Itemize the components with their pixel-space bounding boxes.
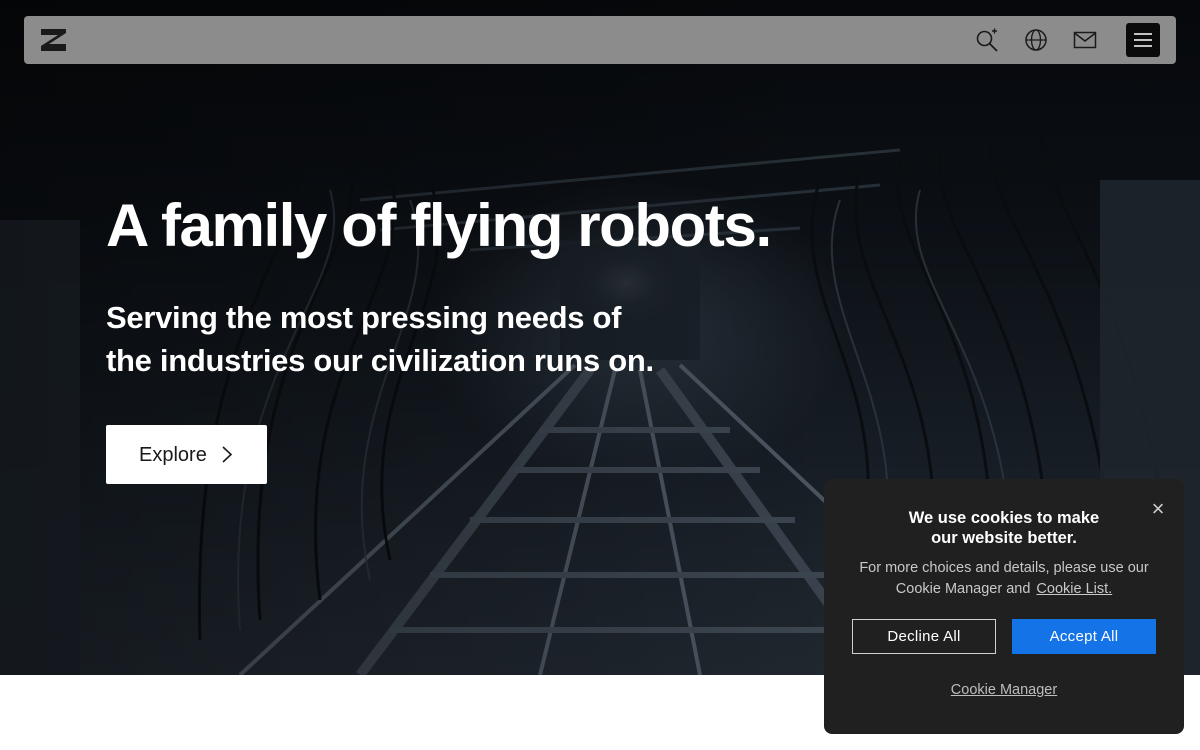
explore-button[interactable]: Explore [106,425,267,484]
hero-subheadline: Serving the most pressing needs of the i… [106,296,726,382]
cookie-list-link[interactable]: Cookie List. [1036,581,1112,597]
cookie-description: For more choices and details, please use… [844,558,1164,600]
hero-headline: A family of flying robots. [106,192,772,259]
cookie-title-line-1: We use cookies to make [908,509,1100,527]
explore-button-label: Explore [139,444,207,466]
globe-icon[interactable] [1024,28,1048,52]
cookie-manager-link[interactable]: Cookie Manager [904,682,1104,698]
mail-icon[interactable] [1073,28,1097,52]
top-navbar [24,16,1176,64]
cookie-title-line-2: our website better. [931,529,1077,547]
decline-all-button[interactable]: Decline All [852,619,996,654]
accept-all-button[interactable]: Accept All [1012,619,1156,654]
hero-subheadline-line-2: the industries our civilization runs on. [106,343,654,378]
chevron-right-icon [222,446,233,463]
close-icon[interactable]: × [1149,498,1167,520]
hamburger-menu-button[interactable] [1126,23,1160,57]
cookie-title: We use cookies to make our website bette… [864,508,1144,548]
brand-logo-icon[interactable] [40,28,67,52]
cookie-consent-dialog: × We use cookies to make our website bet… [824,479,1184,734]
hamburger-menu-icon [1134,33,1152,47]
hero-subheadline-line-1: Serving the most pressing needs of [106,300,622,335]
search-sparkle-icon[interactable] [975,28,999,52]
